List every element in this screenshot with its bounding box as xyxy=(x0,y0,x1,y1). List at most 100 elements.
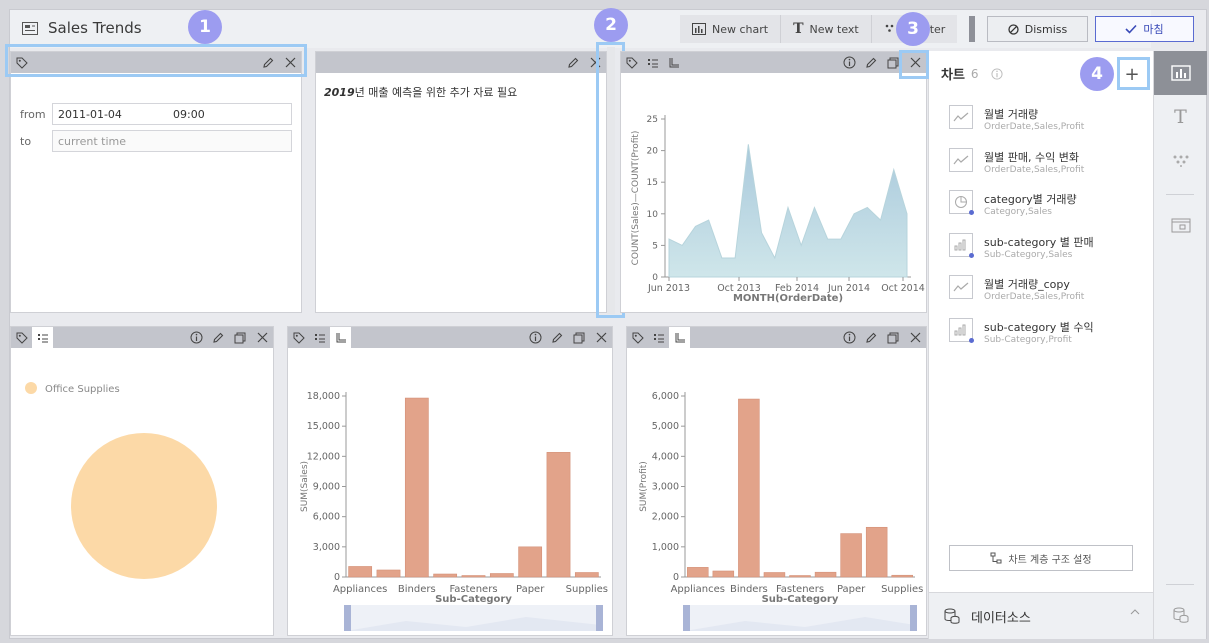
chart-list-item-fields: OrderDate,Sales,Profit xyxy=(984,122,1085,132)
done-label: 마침 xyxy=(1143,23,1164,36)
info-icon[interactable] xyxy=(189,331,203,345)
chart-list-item-name: 월별 판매, 수익 변화 xyxy=(984,150,1079,164)
y-axis-title: SUM(Profit) xyxy=(639,461,649,512)
chart-list-item[interactable]: 월별 판매, 수익 변화 OrderDate,Sales,Profit xyxy=(949,146,1149,186)
memo-text: 2019년 매출 예측을 위한 추가 자료 필요 xyxy=(324,84,517,100)
database-icon xyxy=(943,608,961,624)
app-window: Sales Trends New chart T New text filter… xyxy=(0,0,1209,643)
x-axis-title: Sub-Category xyxy=(762,594,839,605)
dismiss-button[interactable]: Dismiss xyxy=(987,16,1088,42)
list-icon[interactable] xyxy=(642,52,663,73)
chart-list-item[interactable]: category별 거래량 Category,Sales xyxy=(949,188,1149,228)
chart-list-item-fields: OrderDate,Sales,Profit xyxy=(984,292,1085,302)
filter-panel-tab[interactable] xyxy=(1154,139,1207,183)
edit-icon[interactable] xyxy=(211,331,225,345)
linked-dot xyxy=(969,252,974,258)
chart-hierarchy-button[interactable]: 차트 계층 구조 설정 xyxy=(949,545,1133,571)
to-label: to xyxy=(20,135,32,148)
bar xyxy=(840,533,862,578)
cancel-icon xyxy=(1008,23,1019,35)
hierarchy-icon xyxy=(990,552,1002,564)
widget-header xyxy=(288,327,612,348)
bar xyxy=(546,452,571,578)
datasource-bar[interactable]: 데이터소스 xyxy=(929,592,1154,639)
to-field[interactable]: current time xyxy=(52,130,292,152)
chevron-up-icon[interactable] xyxy=(1130,609,1140,615)
from-field[interactable]: 2011-01-04 09:00 xyxy=(52,103,292,125)
new-chart-button[interactable]: New chart xyxy=(680,15,782,43)
sales-bar-chart-widget[interactable]: 0 3,000 6,000 9,000 12,000 15,000 18,000 Applia… xyxy=(287,326,613,636)
text-widget[interactable]: 2019년 매출 예측을 위한 추가 자료 필요 xyxy=(315,51,607,313)
chart-list-item-fields: Category,Sales xyxy=(984,207,1052,217)
chart-list-item-name: 월별 거래량_copy xyxy=(984,278,1070,291)
x-tick-label: Binders xyxy=(398,584,436,595)
done-button[interactable]: 마침 xyxy=(1095,16,1194,42)
y-tick-label: 3,000 xyxy=(313,542,340,553)
axis-icon[interactable] xyxy=(663,52,684,73)
y-tick-label: 25 xyxy=(647,115,658,125)
copy-icon[interactable] xyxy=(886,56,900,70)
pie-chart-widget[interactable]: Office Supplies xyxy=(10,326,274,636)
new-chart-label: New chart xyxy=(712,22,769,36)
text-panel-tab[interactable]: T xyxy=(1154,95,1207,139)
highlight-box-4 xyxy=(1117,57,1150,90)
chart-list-item[interactable]: sub-category 별 수익 Sub-Category,Profit xyxy=(949,316,1149,356)
info-icon[interactable] xyxy=(842,331,856,345)
pie-slice xyxy=(71,433,217,579)
info-icon[interactable] xyxy=(842,56,856,70)
profit-bar-chart-widget[interactable]: 0 1,000 2,000 3,000 4,000 5,000 6,000 Appliance… xyxy=(626,326,927,636)
check-icon xyxy=(1125,24,1137,34)
layout-panel-tab[interactable] xyxy=(1154,203,1207,247)
y-tick-label: 0 xyxy=(652,273,658,283)
x-tick-label: Supplies xyxy=(881,584,923,595)
datasource-panel-tab[interactable] xyxy=(1154,593,1207,637)
x-tick-label: Paper xyxy=(516,584,545,595)
chart-panel-tab[interactable] xyxy=(1154,51,1207,95)
list-icon[interactable] xyxy=(648,327,669,348)
chart-list-item-name: sub-category 별 수익 xyxy=(984,320,1094,334)
dashboard-title[interactable]: Sales Trends xyxy=(48,19,142,37)
edit-icon[interactable] xyxy=(550,331,564,345)
list-icon[interactable] xyxy=(32,327,53,348)
close-icon[interactable] xyxy=(594,331,608,345)
chart-list-item-fields: OrderDate,Sales,Profit xyxy=(984,164,1085,175)
bar xyxy=(687,567,709,578)
area-chart-widget[interactable]: 0 5 10 15 20 25 Jun 2013 Oct 2013 Feb 2014 Jun 20… xyxy=(620,51,927,313)
tag-icon[interactable] xyxy=(11,327,32,348)
info-icon[interactable] xyxy=(991,67,1003,80)
callout-3: 3 xyxy=(896,12,930,46)
chart-list-item[interactable]: 월별 거래량 OrderDate,Sales,Profit xyxy=(949,103,1149,143)
copy-icon[interactable] xyxy=(233,331,247,345)
new-text-button[interactable]: T New text xyxy=(781,15,872,43)
edit-icon[interactable] xyxy=(864,56,878,70)
edit-icon[interactable] xyxy=(566,56,580,70)
close-icon[interactable] xyxy=(255,331,269,345)
tag-icon[interactable] xyxy=(621,52,642,73)
linked-dot xyxy=(969,337,974,343)
close-icon[interactable] xyxy=(908,331,922,345)
toolbar-separator xyxy=(969,16,975,42)
y-tick-label: 0 xyxy=(673,572,679,583)
side-toolbar: T xyxy=(1153,51,1207,639)
copy-icon[interactable] xyxy=(572,331,586,345)
list-icon[interactable] xyxy=(309,327,330,348)
axis-icon[interactable] xyxy=(330,327,351,348)
database-icon xyxy=(1172,607,1190,623)
chart-list-item[interactable]: 월별 거래량_copy OrderDate,Sales,Profit xyxy=(949,273,1149,313)
tag-icon[interactable] xyxy=(627,327,648,348)
copy-icon[interactable] xyxy=(886,331,900,345)
tag-icon[interactable] xyxy=(288,327,309,348)
axis-icon[interactable] xyxy=(669,327,690,348)
chart-count: 6 xyxy=(970,66,979,81)
from-time: 09:00 xyxy=(173,108,205,121)
filter-widget[interactable]: from 2011-01-04 09:00 to current time xyxy=(10,51,302,313)
filter-icon xyxy=(884,23,896,35)
bar xyxy=(865,526,888,578)
edit-icon[interactable] xyxy=(864,331,878,345)
chart-list-item[interactable]: sub-category 별 판매 Sub-Category,Sales xyxy=(949,231,1149,271)
info-icon[interactable] xyxy=(528,331,542,345)
highlight-box-1 xyxy=(5,44,307,77)
legend-swatch xyxy=(25,382,37,394)
chart-list-item-name: category별 거래량 xyxy=(984,193,1077,206)
callout-1: 1 xyxy=(188,10,222,44)
